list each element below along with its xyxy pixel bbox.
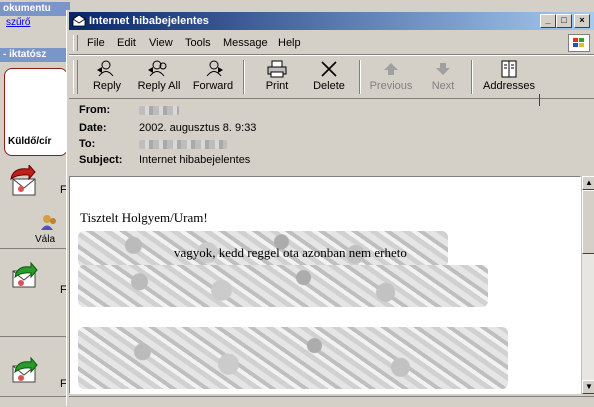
mail-reply-icon[interactable]	[7, 165, 41, 199]
forward-label: Forward	[192, 80, 234, 92]
background-filter-link[interactable]: szűrő	[0, 16, 70, 30]
windows-logo-icon	[568, 34, 590, 52]
mail-forward-icon[interactable]	[7, 257, 41, 291]
toolbar-separator	[243, 60, 245, 94]
background-window-title: okumentu	[0, 2, 70, 16]
reply-people-icon[interactable]	[40, 213, 58, 231]
delete-label: Delete	[313, 80, 345, 92]
toolbar-separator	[359, 60, 361, 94]
divider	[0, 248, 70, 249]
from-label: From:	[79, 104, 111, 116]
status-bar	[69, 396, 594, 407]
date-value: 2002. augusztus 8. 9:33	[139, 122, 257, 134]
down-arrow-icon	[436, 63, 450, 75]
menu-grip[interactable]	[73, 35, 78, 51]
date-label: Date:	[79, 122, 107, 134]
to-redacted	[139, 140, 227, 149]
menu-edit[interactable]: Edit	[117, 37, 136, 49]
previous-label: Previous	[369, 80, 413, 92]
vertical-scrollbar[interactable]: ▲ ▼	[581, 176, 594, 394]
print-label: Print	[265, 80, 289, 92]
reply-all-label: Reply All	[137, 80, 181, 92]
background-application: okumentu szűrő - iktatósz Küldő/cír F Vá…	[0, 0, 70, 406]
message-window: Internet hibabejelentes _ □ × File Edit …	[66, 10, 594, 406]
menu-file[interactable]: File	[87, 37, 105, 49]
divider	[0, 336, 70, 337]
print-button[interactable]: Print	[251, 58, 303, 96]
background-status-bar	[0, 396, 70, 406]
printer-icon	[267, 60, 287, 78]
scroll-up-button[interactable]: ▲	[582, 176, 594, 190]
subject-label: Subject:	[79, 154, 123, 166]
to-label: To:	[79, 138, 96, 150]
addresses-button[interactable]: Addresses	[479, 58, 539, 96]
toolbar-separator	[471, 60, 473, 94]
mail-forward-icon[interactable]	[7, 352, 41, 386]
reply-label[interactable]: Vála	[35, 234, 55, 245]
redacted-text	[78, 327, 508, 389]
minimize-button[interactable]: _	[540, 14, 556, 28]
menu-tools[interactable]: Tools	[185, 37, 211, 49]
forward-icon	[206, 60, 223, 77]
forward-button[interactable]: Forward	[187, 58, 239, 96]
reply-label: Reply	[92, 80, 122, 92]
addresses-label: Addresses	[483, 80, 535, 92]
reply-button[interactable]: Reply	[81, 58, 133, 96]
sender-column-header[interactable]: Küldő/cír	[8, 136, 51, 147]
menu-bar: File Edit View Tools Message Help	[69, 32, 594, 55]
menu-help[interactable]: Help	[278, 37, 301, 49]
background-section-title: - iktatósz	[0, 48, 70, 62]
reply-all-icon	[148, 60, 167, 77]
scroll-down-button[interactable]: ▼	[582, 380, 594, 394]
delete-x-icon	[321, 61, 337, 77]
title-bar[interactable]: Internet hibabejelentes _ □ ×	[69, 12, 594, 30]
reply-icon	[97, 60, 114, 77]
toolbar: Reply Reply All Forward Print Delete Pre…	[69, 55, 594, 99]
envelope-icon	[72, 14, 86, 27]
greeting-text: Tisztelt Holgyem/Uram!	[80, 210, 208, 225]
up-arrow-icon	[384, 63, 398, 75]
menu-view[interactable]: View	[149, 37, 173, 49]
previous-button[interactable]: Previous	[365, 58, 417, 96]
from-redacted	[139, 106, 179, 115]
close-button[interactable]: ×	[574, 14, 590, 28]
body-line: vagyok, kedd reggel ota azonban nem erhe…	[174, 245, 407, 260]
message-body[interactable]: Tisztelt Holgyem/Uram! vagyok, kedd regg…	[69, 176, 581, 394]
menu-message[interactable]: Message	[223, 37, 268, 49]
next-button[interactable]: Next	[417, 58, 469, 96]
window-title: Internet hibabejelentes	[89, 15, 209, 27]
reply-all-button[interactable]: Reply All	[133, 58, 185, 96]
next-label: Next	[431, 80, 455, 92]
redacted-text	[78, 265, 488, 307]
maximize-button[interactable]: □	[556, 14, 572, 28]
scroll-thumb[interactable]	[582, 190, 594, 254]
message-header: From: Date: 2002. augusztus 8. 9:33 To: …	[69, 99, 594, 173]
toolbar-grip[interactable]	[73, 60, 78, 94]
delete-button[interactable]: Delete	[303, 58, 355, 96]
subject-value: Internet hibabejelentes	[139, 154, 251, 166]
address-book-icon	[501, 60, 517, 78]
